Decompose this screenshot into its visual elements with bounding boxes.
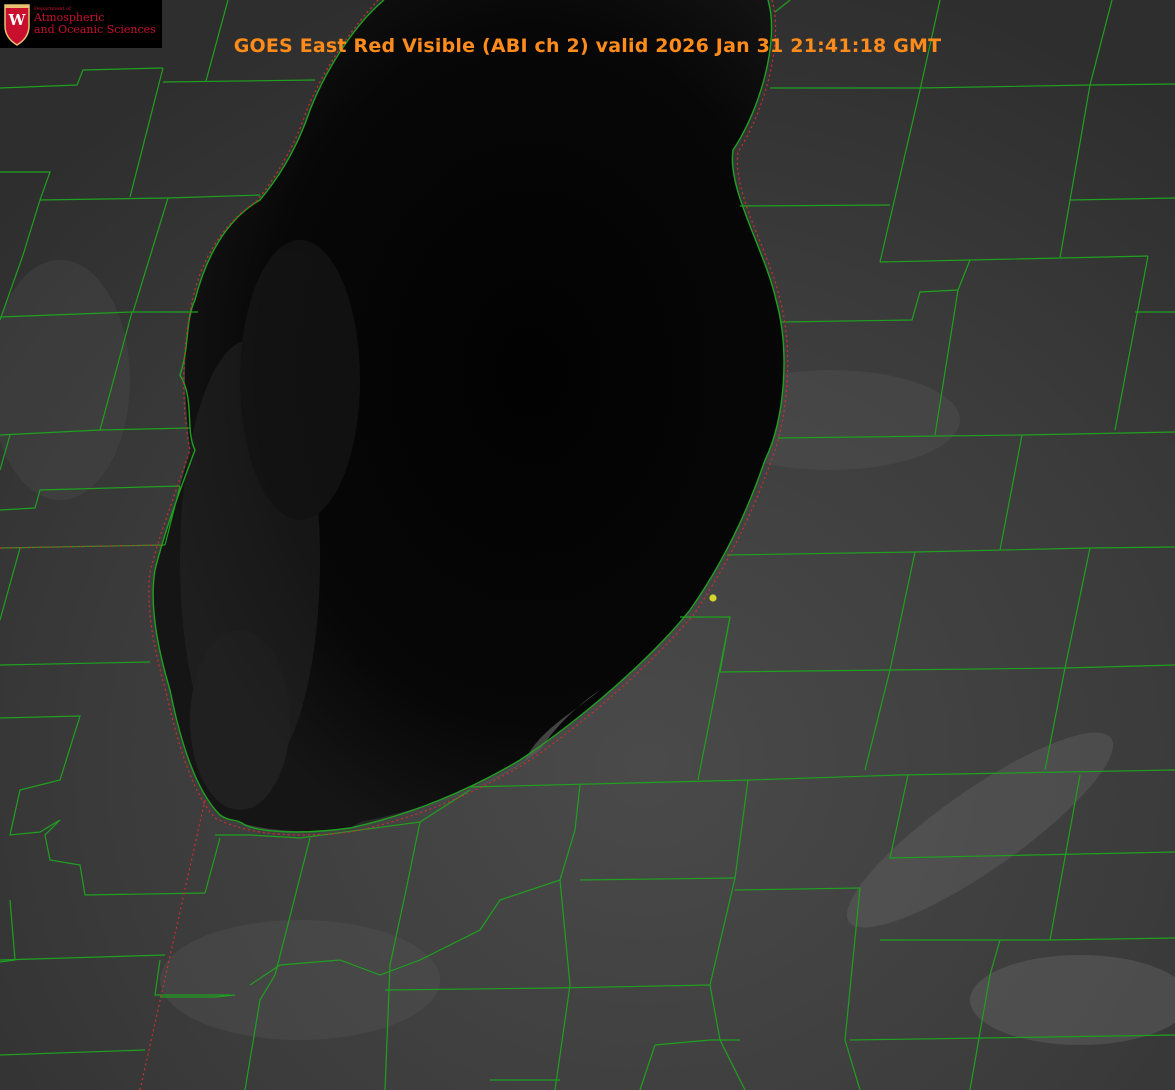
map-title: GOES East Red Visible (ABI ch 2) valid 2… [233, 35, 942, 57]
satellite-map: W Department of Atmospheric and Oceanic … [0, 0, 1175, 1090]
map-canvas [0, 0, 1175, 1090]
logo-text: Department of Atmospheric and Oceanic Sc… [34, 6, 156, 36]
logo-badge-letter: W [8, 11, 26, 29]
location-marker [709, 594, 717, 602]
